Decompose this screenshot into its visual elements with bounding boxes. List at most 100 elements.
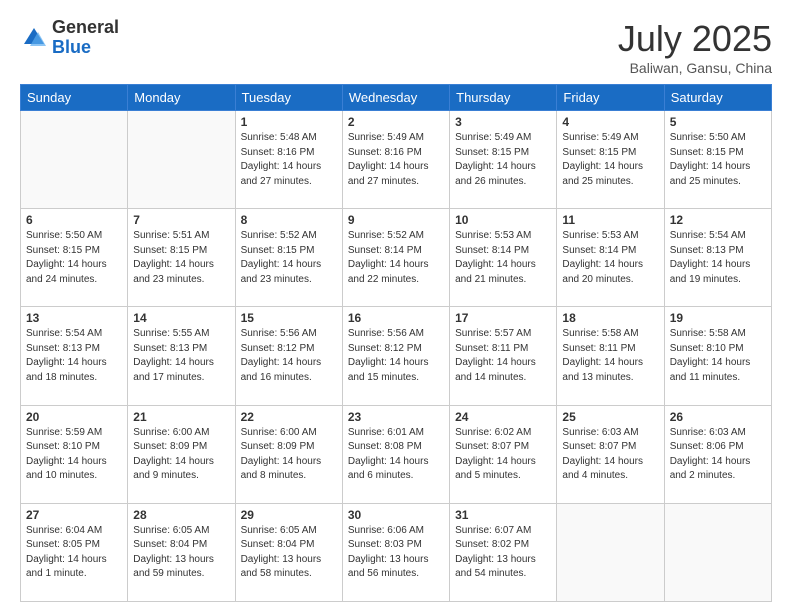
day-info: Sunrise: 5:54 AMSunset: 8:13 PMDaylight:… xyxy=(670,229,766,287)
table-row: 13 Sunrise: 5:54 AMSunset: 8:13 PMDayligh… xyxy=(21,307,128,405)
col-monday: Monday xyxy=(128,85,235,111)
day-info: Sunrise: 5:56 AMSunset: 8:12 PMDaylight:… xyxy=(241,327,337,385)
calendar-header-row: Sunday Monday Tuesday Wednesday Thursday… xyxy=(21,85,772,111)
day-info: Sunrise: 5:55 AMSunset: 8:13 PMDaylight:… xyxy=(133,327,229,385)
calendar-week-row: 6Sunrise: 5:50 AMSunset: 8:15 PMDaylight… xyxy=(21,209,772,307)
day-info: Sunrise: 5:49 AMSunset: 8:16 PMDaylight:… xyxy=(348,131,444,189)
calendar-week-row: 20Sunrise: 5:59 AMSunset: 8:10 PMDayligh… xyxy=(21,405,772,503)
table-row: 29 Sunrise: 6:05 AMSunset: 8:04 PMDayligh… xyxy=(235,503,342,601)
table-row xyxy=(21,111,128,209)
logo: General Blue xyxy=(20,18,119,58)
day-info: Sunrise: 6:00 AMSunset: 8:09 PMDaylight:… xyxy=(133,426,229,484)
table-row: 22 Sunrise: 6:00 AMSunset: 8:09 PMDayligh… xyxy=(235,405,342,503)
day-number: 29 xyxy=(241,508,337,522)
day-number: 25 xyxy=(562,410,658,424)
day-info: Sunrise: 5:53 AMSunset: 8:14 PMDaylight:… xyxy=(455,229,551,287)
col-tuesday: Tuesday xyxy=(235,85,342,111)
table-row: 18 Sunrise: 5:58 AMSunset: 8:11 PMDayligh… xyxy=(557,307,664,405)
day-info: Sunrise: 5:57 AMSunset: 8:11 PMDaylight:… xyxy=(455,327,551,385)
day-number: 30 xyxy=(348,508,444,522)
day-info: Sunrise: 5:58 AMSunset: 8:10 PMDaylight:… xyxy=(670,327,766,385)
table-row: 21 Sunrise: 6:00 AMSunset: 8:09 PMDayligh… xyxy=(128,405,235,503)
day-number: 10 xyxy=(455,213,551,227)
table-row: 23 Sunrise: 6:01 AMSunset: 8:08 PMDayligh… xyxy=(342,405,449,503)
table-row: 3 Sunrise: 5:49 AMSunset: 8:15 PMDaylight… xyxy=(450,111,557,209)
table-row: 20Sunrise: 5:59 AMSunset: 8:10 PMDayligh… xyxy=(21,405,128,503)
table-row: 17 Sunrise: 5:57 AMSunset: 8:11 PMDayligh… xyxy=(450,307,557,405)
logo-blue-text: Blue xyxy=(52,37,91,57)
header: General Blue July 2025 Baliwan, Gansu, C… xyxy=(20,18,772,76)
table-row: 12 Sunrise: 5:54 AMSunset: 8:13 PMDayligh… xyxy=(664,209,771,307)
table-row: 15Sunrise: 5:56 AMSunset: 8:12 PMDayligh… xyxy=(235,307,342,405)
day-number: 27 xyxy=(26,508,122,522)
day-number: 24 xyxy=(455,410,551,424)
day-number: 21 xyxy=(133,410,229,424)
day-info: Sunrise: 5:53 AMSunset: 8:14 PMDaylight:… xyxy=(562,229,658,287)
day-number: 19 xyxy=(670,311,766,325)
day-number: 6 xyxy=(26,213,122,227)
day-info: Sunrise: 5:50 AMSunset: 8:15 PMDaylight:… xyxy=(670,131,766,189)
day-info: Sunrise: 5:58 AMSunset: 8:11 PMDaylight:… xyxy=(562,327,658,385)
table-row: 2Sunrise: 5:49 AMSunset: 8:16 PMDaylight… xyxy=(342,111,449,209)
title-block: July 2025 Baliwan, Gansu, China xyxy=(618,18,772,76)
day-info: Sunrise: 6:06 AMSunset: 8:03 PMDaylight:… xyxy=(348,524,444,582)
day-number: 3 xyxy=(455,115,551,129)
table-row: 14 Sunrise: 5:55 AMSunset: 8:13 PMDayligh… xyxy=(128,307,235,405)
day-number: 4 xyxy=(562,115,658,129)
table-row: 16 Sunrise: 5:56 AMSunset: 8:12 PMDayligh… xyxy=(342,307,449,405)
table-row: 7 Sunrise: 5:51 AMSunset: 8:15 PMDaylight… xyxy=(128,209,235,307)
table-row: 1Sunrise: 5:48 AMSunset: 8:16 PMDaylight… xyxy=(235,111,342,209)
day-number: 17 xyxy=(455,311,551,325)
table-row: 25 Sunrise: 6:03 AMSunset: 8:07 PMDayligh… xyxy=(557,405,664,503)
table-row: 19 Sunrise: 5:58 AMSunset: 8:10 PMDayligh… xyxy=(664,307,771,405)
table-row: 24Sunrise: 6:02 AMSunset: 8:07 PMDayligh… xyxy=(450,405,557,503)
calendar-table: Sunday Monday Tuesday Wednesday Thursday… xyxy=(20,84,772,602)
month-title: July 2025 xyxy=(618,18,772,60)
day-info: Sunrise: 5:56 AMSunset: 8:12 PMDaylight:… xyxy=(348,327,444,385)
day-number: 22 xyxy=(241,410,337,424)
day-number: 7 xyxy=(133,213,229,227)
table-row: 10 Sunrise: 5:53 AMSunset: 8:14 PMDayligh… xyxy=(450,209,557,307)
logo-general-text: General xyxy=(52,17,119,37)
subtitle: Baliwan, Gansu, China xyxy=(618,60,772,76)
table-row: 6Sunrise: 5:50 AMSunset: 8:15 PMDaylight… xyxy=(21,209,128,307)
day-number: 23 xyxy=(348,410,444,424)
day-info: Sunrise: 5:49 AMSunset: 8:15 PMDaylight:… xyxy=(455,131,551,189)
day-number: 9 xyxy=(348,213,444,227)
page: General Blue July 2025 Baliwan, Gansu, C… xyxy=(0,0,792,612)
day-info: Sunrise: 6:03 AMSunset: 8:07 PMDaylight:… xyxy=(562,426,658,484)
calendar-week-row: 1Sunrise: 5:48 AMSunset: 8:16 PMDaylight… xyxy=(21,111,772,209)
day-info: Sunrise: 5:54 AMSunset: 8:13 PMDaylight:… xyxy=(26,327,122,385)
day-info: Sunrise: 6:00 AMSunset: 8:09 PMDaylight:… xyxy=(241,426,337,484)
day-number: 12 xyxy=(670,213,766,227)
day-info: Sunrise: 5:51 AMSunset: 8:15 PMDaylight:… xyxy=(133,229,229,287)
col-wednesday: Wednesday xyxy=(342,85,449,111)
day-info: Sunrise: 6:03 AMSunset: 8:06 PMDaylight:… xyxy=(670,426,766,484)
calendar-week-row: 27 Sunrise: 6:04 AMSunset: 8:05 PMDayligh… xyxy=(21,503,772,601)
day-number: 5 xyxy=(670,115,766,129)
day-number: 28 xyxy=(133,508,229,522)
table-row: 4 Sunrise: 5:49 AMSunset: 8:15 PMDaylight… xyxy=(557,111,664,209)
table-row: 27 Sunrise: 6:04 AMSunset: 8:05 PMDayligh… xyxy=(21,503,128,601)
day-info: Sunrise: 6:04 AMSunset: 8:05 PMDaylight:… xyxy=(26,524,122,582)
day-info: Sunrise: 6:07 AMSunset: 8:02 PMDaylight:… xyxy=(455,524,551,582)
col-saturday: Saturday xyxy=(664,85,771,111)
day-info: Sunrise: 5:48 AMSunset: 8:16 PMDaylight:… xyxy=(241,131,337,189)
table-row: 11Sunrise: 5:53 AMSunset: 8:14 PMDayligh… xyxy=(557,209,664,307)
day-info: Sunrise: 5:52 AMSunset: 8:15 PMDaylight:… xyxy=(241,229,337,287)
day-number: 18 xyxy=(562,311,658,325)
table-row: 5 Sunrise: 5:50 AMSunset: 8:15 PMDaylight… xyxy=(664,111,771,209)
table-row: 28Sunrise: 6:05 AMSunset: 8:04 PMDayligh… xyxy=(128,503,235,601)
table-row: 30 Sunrise: 6:06 AMSunset: 8:03 PMDayligh… xyxy=(342,503,449,601)
day-info: Sunrise: 5:49 AMSunset: 8:15 PMDaylight:… xyxy=(562,131,658,189)
col-friday: Friday xyxy=(557,85,664,111)
table-row: 9Sunrise: 5:52 AMSunset: 8:14 PMDaylight… xyxy=(342,209,449,307)
day-info: Sunrise: 6:01 AMSunset: 8:08 PMDaylight:… xyxy=(348,426,444,484)
day-number: 16 xyxy=(348,311,444,325)
table-row xyxy=(557,503,664,601)
day-info: Sunrise: 6:05 AMSunset: 8:04 PMDaylight:… xyxy=(241,524,337,582)
day-info: Sunrise: 5:59 AMSunset: 8:10 PMDaylight:… xyxy=(26,426,122,484)
day-number: 13 xyxy=(26,311,122,325)
day-number: 14 xyxy=(133,311,229,325)
table-row xyxy=(128,111,235,209)
